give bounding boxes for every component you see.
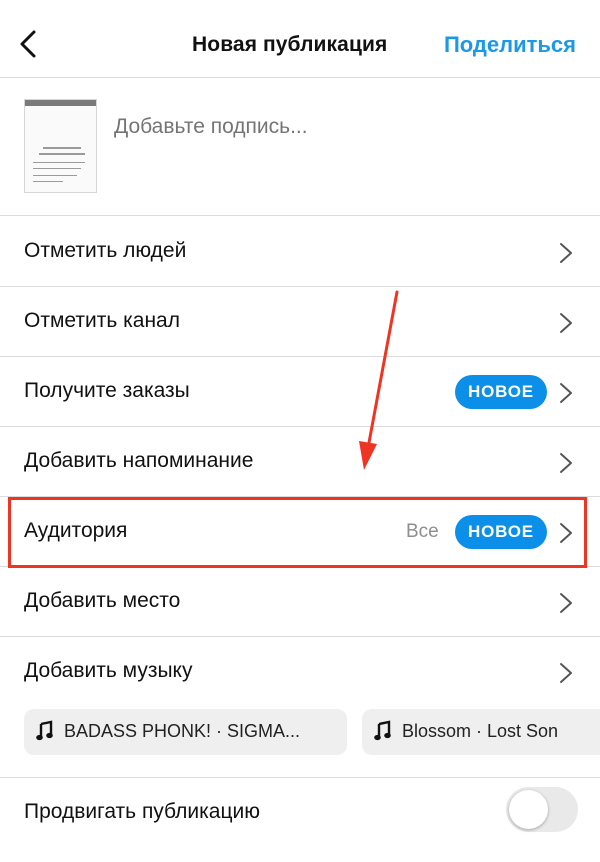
get-orders-label: Получите заказы [24,379,190,402]
music-chip-text: BADASS PHONK! · SIGMA... [64,721,301,741]
promote-toggle[interactable] [506,787,578,832]
page-title: Новая публикация [192,33,388,56]
add-location-row[interactable]: Добавить место [0,567,600,637]
music-suggestions: BADASS PHONK! · SIGMA... Blossom · Lost … [0,708,600,778]
tag-channel-label: Отметить канал [24,309,180,332]
chevron-right-icon [560,663,572,683]
get-orders-row[interactable]: Получите заказы НОВОЕ [0,357,600,427]
top-bar: Новая публикация Поделиться [0,0,600,78]
music-chip[interactable]: Blossom · Lost Son [362,709,600,755]
add-reminder-row[interactable]: Добавить напоминание [0,427,600,497]
post-thumbnail [24,99,97,193]
audience-label: Аудитория [24,519,128,542]
share-button[interactable]: Поделиться [444,32,576,58]
add-reminder-label: Добавить напоминание [24,449,254,472]
tag-channel-row[interactable]: Отметить канал [0,287,600,357]
new-badge: НОВОЕ [455,375,547,409]
add-music-label: Добавить музыку [24,659,193,682]
add-location-label: Добавить место [24,589,181,612]
music-note-icon [374,720,391,741]
music-chip-text: Blossom · Lost Son [402,721,559,741]
music-note-icon [36,720,53,741]
toggle-knob [509,790,548,829]
caption-row [0,79,600,216]
chevron-right-icon [560,453,572,473]
music-chip[interactable]: BADASS PHONK! · SIGMA... [24,709,347,755]
chevron-right-icon [560,243,572,263]
add-music-row[interactable]: Добавить музыку [0,637,600,707]
tag-people-row[interactable]: Отметить людей [0,217,600,287]
audience-value: Все [406,521,439,542]
back-chevron-icon[interactable] [14,28,46,60]
caption-input[interactable] [114,115,564,139]
chevron-right-icon [560,313,572,333]
chevron-right-icon [560,593,572,613]
chevron-right-icon [560,523,572,543]
audience-row[interactable]: Аудитория Все НОВОЕ [0,497,600,567]
promote-row: Продвигать публикацию [0,778,600,848]
promote-label: Продвигать публикацию [24,800,260,823]
chevron-right-icon [560,383,572,403]
new-badge: НОВОЕ [455,515,547,549]
tag-people-label: Отметить людей [24,239,187,262]
